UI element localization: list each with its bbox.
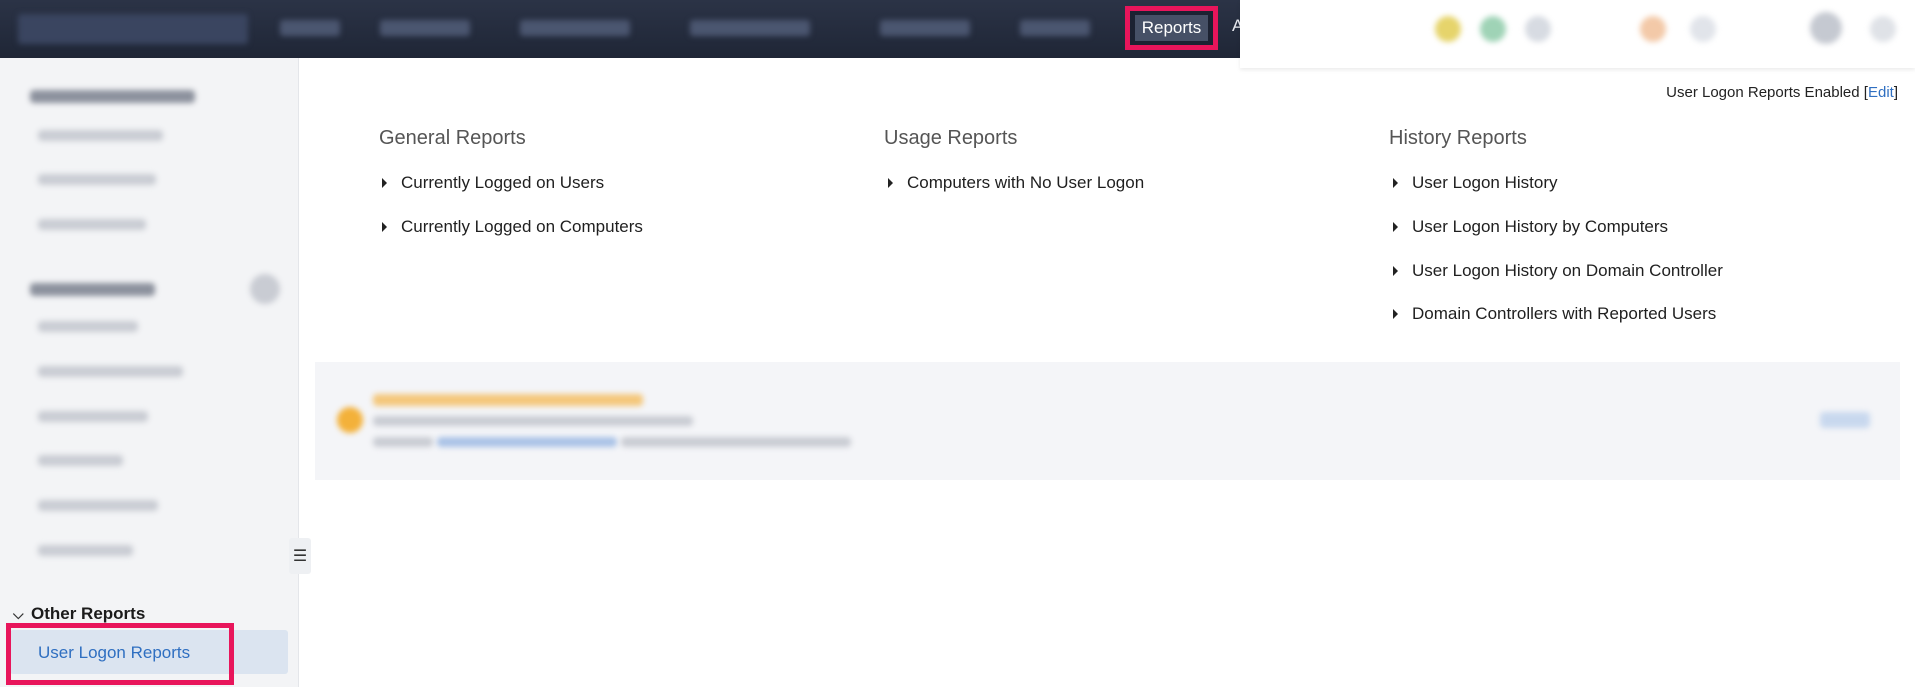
edit-link[interactable]: Edit <box>1868 84 1894 101</box>
nav-item-blurred[interactable] <box>690 20 810 36</box>
caret-right-icon <box>1393 222 1398 232</box>
column-title-usage-reports: Usage Reports <box>884 127 1018 149</box>
report-link-label[interactable]: User Logon History by Computers <box>1412 217 1668 237</box>
report-link[interactable]: Domain Controllers with Reported Users <box>1393 304 1716 324</box>
sidebar-heading-blurred <box>30 90 195 103</box>
report-link-label[interactable]: Computers with No User Logon <box>907 173 1144 193</box>
status-icon[interactable] <box>1480 16 1506 42</box>
report-link-label[interactable]: User Logon History <box>1412 173 1558 193</box>
sidebar-item-blurred[interactable] <box>38 455 123 466</box>
tab-reports-label[interactable]: Reports <box>1135 15 1208 41</box>
logon-reports-status: User Logon Reports Enabled [Edit] <box>1666 84 1898 101</box>
banner-title-blurred <box>373 394 643 406</box>
report-link-label[interactable]: Domain Controllers with Reported Users <box>1412 304 1716 324</box>
nav-item-blurred[interactable] <box>280 20 340 36</box>
sidebar-item-blurred[interactable] <box>38 545 133 556</box>
info-banner <box>315 362 1900 480</box>
warning-icon <box>337 407 363 433</box>
column-title-general-reports: General Reports <box>379 127 526 149</box>
settings-icon[interactable] <box>1690 16 1716 42</box>
sidebar-section-label: Other Reports <box>31 604 146 623</box>
caret-right-icon <box>888 178 893 188</box>
nav-item-blurred[interactable] <box>1020 20 1090 36</box>
nav-item-blurred[interactable] <box>380 20 470 36</box>
banner-action-button[interactable] <box>1820 412 1870 428</box>
nav-item-blurred[interactable] <box>880 20 970 36</box>
banner-text-blurred <box>373 416 693 426</box>
sidebar-add-icon[interactable] <box>250 274 280 304</box>
caret-right-icon <box>382 222 387 232</box>
report-link[interactable]: User Logon History on Domain Controller <box>1393 261 1723 281</box>
help-icon[interactable] <box>1525 16 1551 42</box>
banner-link-blurred[interactable] <box>437 437 617 447</box>
report-link-label[interactable]: Currently Logged on Users <box>401 173 604 193</box>
column-title-history-reports: History Reports <box>1389 127 1527 149</box>
highlight-annotation-box <box>6 623 234 685</box>
hamburger-icon: ☰ <box>292 548 308 565</box>
report-link-label[interactable]: Currently Logged on Computers <box>401 217 643 237</box>
caret-right-icon <box>1393 266 1398 276</box>
sidebar <box>0 58 299 687</box>
avatar[interactable] <box>1810 12 1842 44</box>
sidebar-item-blurred[interactable] <box>38 321 138 332</box>
sidebar-section-other-reports[interactable]: ⌵ Other Reports <box>13 604 145 624</box>
menu-icon[interactable] <box>1870 16 1896 42</box>
sidebar-item-blurred[interactable] <box>38 219 146 230</box>
report-link-label[interactable]: User Logon History on Domain Controller <box>1412 261 1723 281</box>
sidebar-item-blurred[interactable] <box>38 366 183 377</box>
report-link[interactable]: User Logon History <box>1393 173 1558 193</box>
report-link[interactable]: Currently Logged on Computers <box>382 217 643 237</box>
sidebar-item-blurred[interactable] <box>38 130 163 141</box>
caret-right-icon <box>1393 309 1398 319</box>
status-bracket-close: ] <box>1893 84 1898 101</box>
banner-text-blurred <box>373 437 433 447</box>
caret-right-icon <box>382 178 387 188</box>
sidebar-item-blurred[interactable] <box>38 174 156 185</box>
banner-text-blurred <box>621 437 851 447</box>
report-link[interactable]: Computers with No User Logon <box>888 173 1144 193</box>
notification-icon[interactable] <box>1435 16 1461 42</box>
tab-reports-highlighted[interactable]: Reports <box>1125 6 1218 50</box>
sidebar-collapse-handle[interactable]: ☰ <box>289 538 311 574</box>
chevron-down-icon: ⌵ <box>13 605 24 622</box>
product-logo <box>18 14 248 44</box>
top-right-toolbar <box>1240 0 1915 68</box>
caret-right-icon <box>1393 178 1398 188</box>
sidebar-item-blurred[interactable] <box>38 411 148 422</box>
alert-icon[interactable] <box>1640 16 1666 42</box>
sidebar-heading-blurred <box>30 283 155 296</box>
report-link[interactable]: Currently Logged on Users <box>382 173 604 193</box>
sidebar-item-blurred[interactable] <box>38 500 158 511</box>
nav-item-blurred[interactable] <box>520 20 630 36</box>
status-text: User Logon Reports Enabled <box>1666 84 1860 101</box>
report-link[interactable]: User Logon History by Computers <box>1393 217 1668 237</box>
